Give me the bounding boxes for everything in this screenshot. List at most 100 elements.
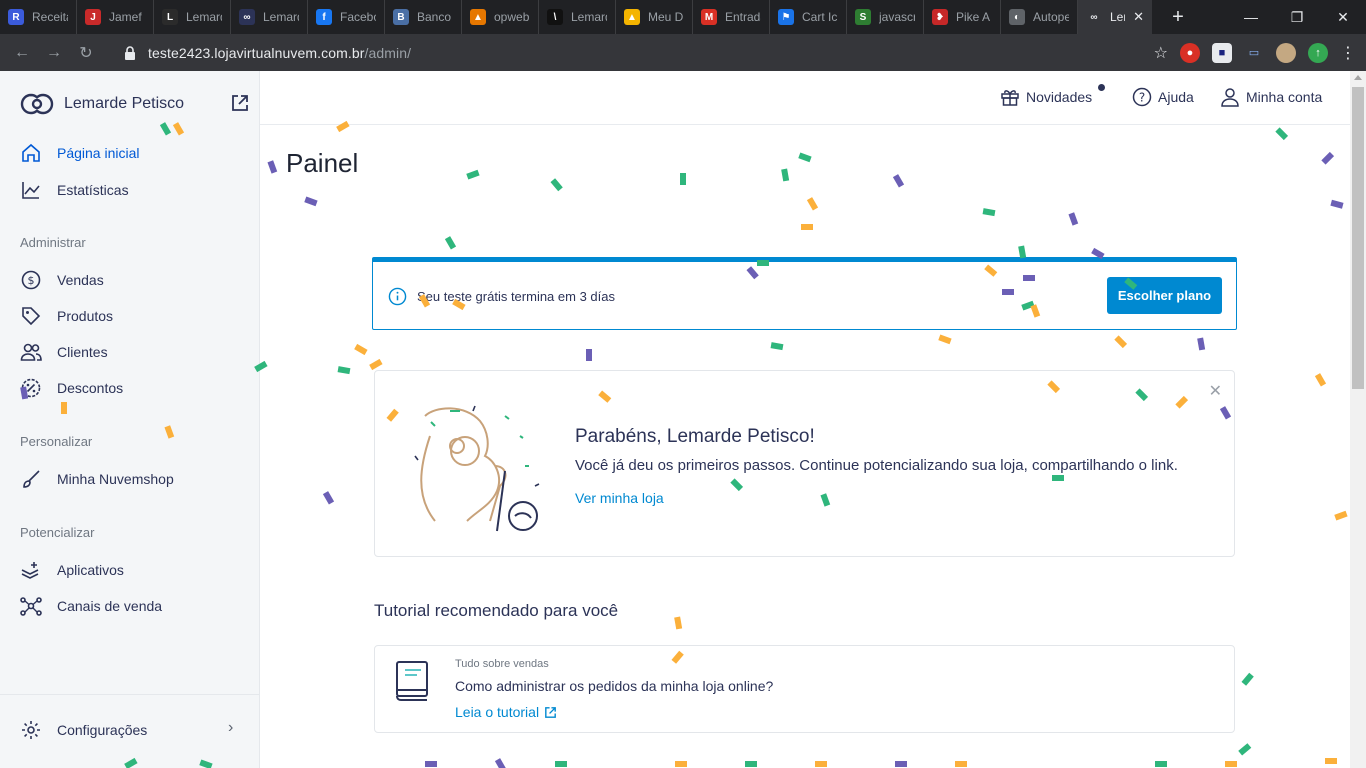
sidebar-item-settings[interactable]: Configurações — [20, 718, 147, 742]
tab-favicon-icon: \ — [547, 9, 563, 25]
confetti-piece — [354, 343, 368, 356]
browser-tab[interactable]: B Banco — [385, 0, 462, 34]
sidebar-item-channels[interactable]: Canais de venda — [20, 594, 162, 618]
chart-icon — [22, 182, 40, 199]
chevron-right-icon[interactable]: › — [228, 719, 233, 737]
page-scrollbar[interactable] — [1350, 71, 1366, 768]
sidebar-item-home[interactable]: Página inicial — [20, 141, 140, 165]
browser-tab[interactable]: ▲ Meu Drive — [616, 0, 693, 34]
extension-red-icon[interactable]: ● — [1180, 42, 1200, 63]
tab-favicon-icon: ◐ — [1009, 9, 1025, 25]
browser-tab[interactable]: ⚑ Cart Ic — [770, 0, 847, 34]
tab-label: Cart Ic — [802, 10, 838, 24]
update-icon[interactable]: ↑ — [1308, 42, 1328, 63]
sidebar-item-discounts[interactable]: Descontos — [20, 376, 123, 400]
confetti-piece — [982, 208, 996, 217]
browser-tab[interactable]: L Lemarde — [154, 0, 231, 34]
confetti-piece — [1334, 510, 1348, 521]
tab-favicon-icon: f — [316, 9, 332, 25]
sidebar-item-label: Configurações — [57, 722, 148, 738]
close-icon[interactable]: ✕ — [1209, 381, 1222, 401]
view-store-link[interactable]: Ver minha loja — [575, 490, 664, 506]
read-tutorial-link[interactable]: Leia o tutorial — [455, 704, 558, 720]
confetti-piece — [955, 761, 967, 767]
forward-button[interactable]: → — [38, 37, 70, 69]
tutorial-heading: Tutorial recomendado para você — [374, 601, 619, 620]
gear-icon — [22, 721, 40, 739]
browser-tab[interactable]: f Facebook — [308, 0, 385, 34]
confetti-piece — [1330, 199, 1344, 209]
sidebar-item-clients[interactable]: Clientes — [20, 340, 108, 364]
book-icon — [396, 661, 428, 701]
tab-label: Lemarde — [186, 10, 222, 24]
confetti-piece — [1325, 758, 1337, 764]
dollar-icon: $ — [21, 270, 41, 290]
tab-label: Meu Drive — [648, 10, 684, 24]
tab-label: Jamef — [109, 10, 142, 24]
tag-icon — [22, 307, 41, 326]
browser-tab[interactable]: R Receita — [0, 0, 77, 34]
cast-icon[interactable]: ▭ — [1244, 43, 1264, 63]
celebration-illustration — [414, 405, 540, 532]
browser-tab[interactable]: ◐ Autopeças — [1001, 0, 1078, 34]
reload-button[interactable]: ↻ — [70, 37, 102, 69]
lock-icon — [125, 45, 135, 60]
sidebar-item-label: Produtos — [57, 308, 114, 324]
sidebar-item-sales[interactable]: $ Vendas — [20, 268, 104, 292]
notification-dot — [1098, 84, 1105, 91]
back-button[interactable]: ← — [6, 37, 38, 69]
choose-plan-button[interactable]: Escolher plano — [1107, 277, 1222, 314]
bookmark-star-icon[interactable]: ☆ — [1154, 43, 1168, 63]
sidebar-item-my-store[interactable]: Minha Nuvemshop — [20, 467, 174, 491]
menu-kebab-icon[interactable]: ⋮ — [1340, 43, 1356, 63]
tab-favicon-icon: M — [701, 9, 717, 25]
help-button[interactable]: ? Ajuda — [1132, 87, 1194, 107]
sidebar-item-label: Clientes — [57, 344, 108, 360]
confetti-piece — [494, 758, 507, 768]
brand[interactable]: Lemarde Petisco — [20, 91, 184, 117]
gift-icon — [1001, 90, 1019, 106]
address-bar[interactable]: teste2423.lojavirtualnuvem.com.br/admin/ — [124, 45, 411, 61]
sidebar-item-stats[interactable]: Estatísticas — [20, 178, 129, 202]
browser-tab[interactable]: ▲ opweb — [462, 0, 539, 34]
svg-text:$: $ — [28, 274, 35, 287]
new-tab-button[interactable]: + — [1166, 6, 1190, 29]
minimize-button[interactable]: — — [1228, 0, 1274, 34]
confetti-piece — [267, 160, 278, 174]
help-label: Ajuda — [1158, 89, 1194, 105]
sidebar-item-label: Vendas — [57, 272, 104, 288]
brush-icon — [23, 470, 40, 488]
browser-tab[interactable]: ∞ Lemarde — [231, 0, 308, 34]
congrats-card: ✕ Parabéns, Lemarde Petisco! Você já deu… — [374, 370, 1235, 557]
account-button[interactable]: Minha conta — [1220, 87, 1322, 107]
sidebar-item-products[interactable]: Produtos — [20, 304, 113, 328]
tab-favicon-icon: L — [162, 9, 178, 25]
extension-card-icon[interactable]: ■ — [1212, 42, 1232, 63]
scroll-up-arrow[interactable] — [1354, 75, 1362, 80]
confetti-piece — [781, 168, 790, 182]
close-tab-icon[interactable]: ✕ — [1133, 9, 1144, 25]
browser-tab[interactable]: ❥ Pike A — [924, 0, 1001, 34]
user-icon — [1221, 88, 1239, 107]
read-tutorial-label: Leia o tutorial — [455, 704, 540, 720]
open-store-icon[interactable] — [230, 93, 250, 113]
nuvemshop-tab-icon: ∞ — [1090, 11, 1098, 23]
browser-tab[interactable]: \ Lemarde — [539, 0, 616, 34]
news-button[interactable]: Novidades — [1000, 87, 1092, 107]
close-window-button[interactable]: ✕ — [1320, 0, 1366, 34]
confetti-piece — [1114, 335, 1128, 349]
url-path: /admin/ — [364, 44, 412, 61]
tab-label: Banco — [417, 10, 452, 24]
profile-avatar[interactable] — [1276, 42, 1296, 63]
browser-tab-active[interactable]: ∞ Lemarde ✕ — [1078, 0, 1152, 34]
confetti-piece — [680, 173, 686, 185]
maximize-button[interactable]: ❐ — [1274, 0, 1320, 34]
tab-favicon-icon: ∞ — [239, 9, 255, 25]
browser-tab[interactable]: Sjavascript — [847, 0, 924, 34]
confetti-piece — [770, 342, 784, 351]
sidebar-item-apps[interactable]: Aplicativos — [20, 558, 124, 582]
scrollbar-thumb[interactable] — [1352, 87, 1364, 389]
browser-tab[interactable]: J Jamef — [77, 0, 154, 34]
tab-label: Lemarde — [1110, 10, 1125, 24]
browser-tab[interactable]: M Entrada — [693, 0, 770, 34]
